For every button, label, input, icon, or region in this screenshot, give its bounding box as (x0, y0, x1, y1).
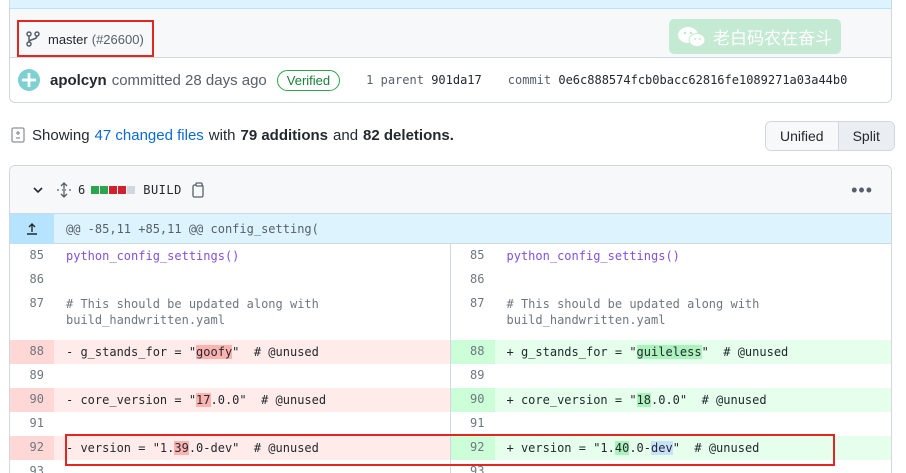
line-number[interactable]: 89 (10, 364, 54, 388)
code-line: + g_stands_for = "guileless" # @unused (506, 345, 789, 359)
line-number[interactable]: 91 (10, 412, 54, 436)
wechat-icon (678, 26, 706, 47)
git-branch-icon (26, 30, 40, 47)
expand-up-icon (27, 222, 37, 235)
kebab-icon[interactable]: ••• (851, 180, 873, 201)
code-line: - core_version = "17.0.0" # @unused (66, 393, 327, 407)
line-number[interactable]: 85 (10, 244, 54, 268)
change-count: 6 (78, 182, 86, 197)
parent-info: 1 parent 901da17 (366, 73, 482, 87)
commit-label: commit (507, 73, 552, 87)
commit-box: master (#26600) 老白码农在奋斗 apolcyn committed… (9, 0, 892, 103)
commit-sha: 0e6c888574fcb0bacc62816fe1089271a03a44b0 (558, 73, 848, 87)
line-number[interactable]: 93 (10, 460, 54, 473)
hunk-header: @@ -85,11 +85,11 @@ config_setting( (10, 213, 891, 244)
changed-files-link[interactable]: 47 changed files (95, 127, 204, 144)
diffstat-blocks (91, 185, 136, 194)
verified-badge[interactable]: Verified (276, 69, 341, 91)
deletions-count: 82 deletions. (363, 126, 454, 144)
branch-label[interactable]: master (#26600) (17, 20, 154, 57)
showing-text: Showing (32, 126, 90, 144)
line-number[interactable]: 92 (10, 436, 54, 460)
code-line: + core_version = "18.0.0" # @unused (506, 393, 767, 407)
parent-label: 1 parent (366, 73, 424, 87)
line-number[interactable]: 86 (451, 268, 495, 292)
branch-name[interactable]: master (48, 32, 88, 47)
file-diff: 6 BUILD ••• @@ -85,11 +85,11 @@ config_s… (9, 165, 892, 473)
unified-button[interactable]: Unified (766, 122, 839, 150)
copy-icon[interactable] (192, 181, 206, 198)
pr-number-link[interactable]: (#26600) (92, 32, 144, 47)
file-header: 6 BUILD ••• (10, 166, 891, 214)
line-number[interactable]: 85 (451, 244, 495, 268)
diff-row: 85 python_config_settings() 85 python_conf… (10, 244, 891, 268)
diff-view-toggle: Unified Split (765, 121, 895, 151)
code-line: python_config_settings() (506, 249, 680, 263)
line-number[interactable]: 90 (10, 388, 54, 412)
line-number[interactable]: 88 (450, 340, 495, 364)
watermark: 老白码农在奋斗 (669, 19, 841, 54)
watermark-text: 老白码农在奋斗 (713, 29, 832, 49)
file-name[interactable]: BUILD (143, 183, 182, 197)
split-button[interactable]: Split (838, 122, 894, 150)
code-line: # This should be updated along with buil… (506, 297, 767, 327)
additions-count: 79 additions (240, 126, 329, 144)
diff-summary: Showing 47 changed files with 79 additio… (10, 122, 454, 148)
line-number[interactable]: 86 (10, 268, 54, 292)
line-number[interactable]: 88 (10, 340, 54, 364)
code-line: - g_stands_for = "goofy" # @unused (66, 345, 319, 359)
diff-row: 89 89 (10, 364, 891, 388)
avatar[interactable] (18, 69, 40, 91)
commit-header: master (#26600) 老白码农在奋斗 (10, 0, 891, 58)
diff-row: 91 91 (10, 412, 891, 436)
diff-row: 86 86 (10, 268, 891, 292)
diff-row: 87 # This should be updated along with bu… (10, 292, 891, 340)
with-text: with (208, 126, 236, 144)
commit-meta: apolcyn committed 28 days ago Verified 1… (10, 58, 891, 102)
chevron-down-icon[interactable] (32, 184, 44, 196)
hunk-text: @@ -85,11 +85,11 @@ config_setting( (66, 221, 319, 236)
line-number[interactable]: 89 (451, 364, 495, 388)
code-line: python_config_settings() (66, 249, 240, 263)
unfold-icon[interactable] (56, 181, 72, 198)
commit-sha-info: commit 0e6c888574fcb0bacc62816fe1089271a… (508, 73, 848, 87)
line-number[interactable]: 90 (450, 388, 495, 412)
file-diff-icon (11, 127, 25, 143)
line-number[interactable]: 87 (451, 292, 495, 340)
expand-up-button[interactable] (10, 213, 54, 244)
parent-sha-link[interactable]: 901da17 (431, 73, 482, 87)
diff-row: 90 - core_version = "17.0.0" # @unused 90… (10, 388, 891, 412)
line-number[interactable]: 87 (10, 292, 54, 340)
highlight-annotation-box (65, 434, 835, 466)
commit-message-bar (10, 0, 891, 9)
diff-row: 88 - g_stands_for = "goofy" # @unused 88 +… (10, 340, 891, 364)
diff-rows: 85 python_config_settings() 85 python_conf… (10, 244, 891, 473)
line-number[interactable]: 91 (451, 412, 495, 436)
commit-time: committed 28 days ago (111, 71, 267, 89)
code-line: # This should be updated along with buil… (66, 297, 327, 327)
and-text: and (333, 126, 359, 144)
author-link[interactable]: apolcyn (50, 72, 107, 89)
